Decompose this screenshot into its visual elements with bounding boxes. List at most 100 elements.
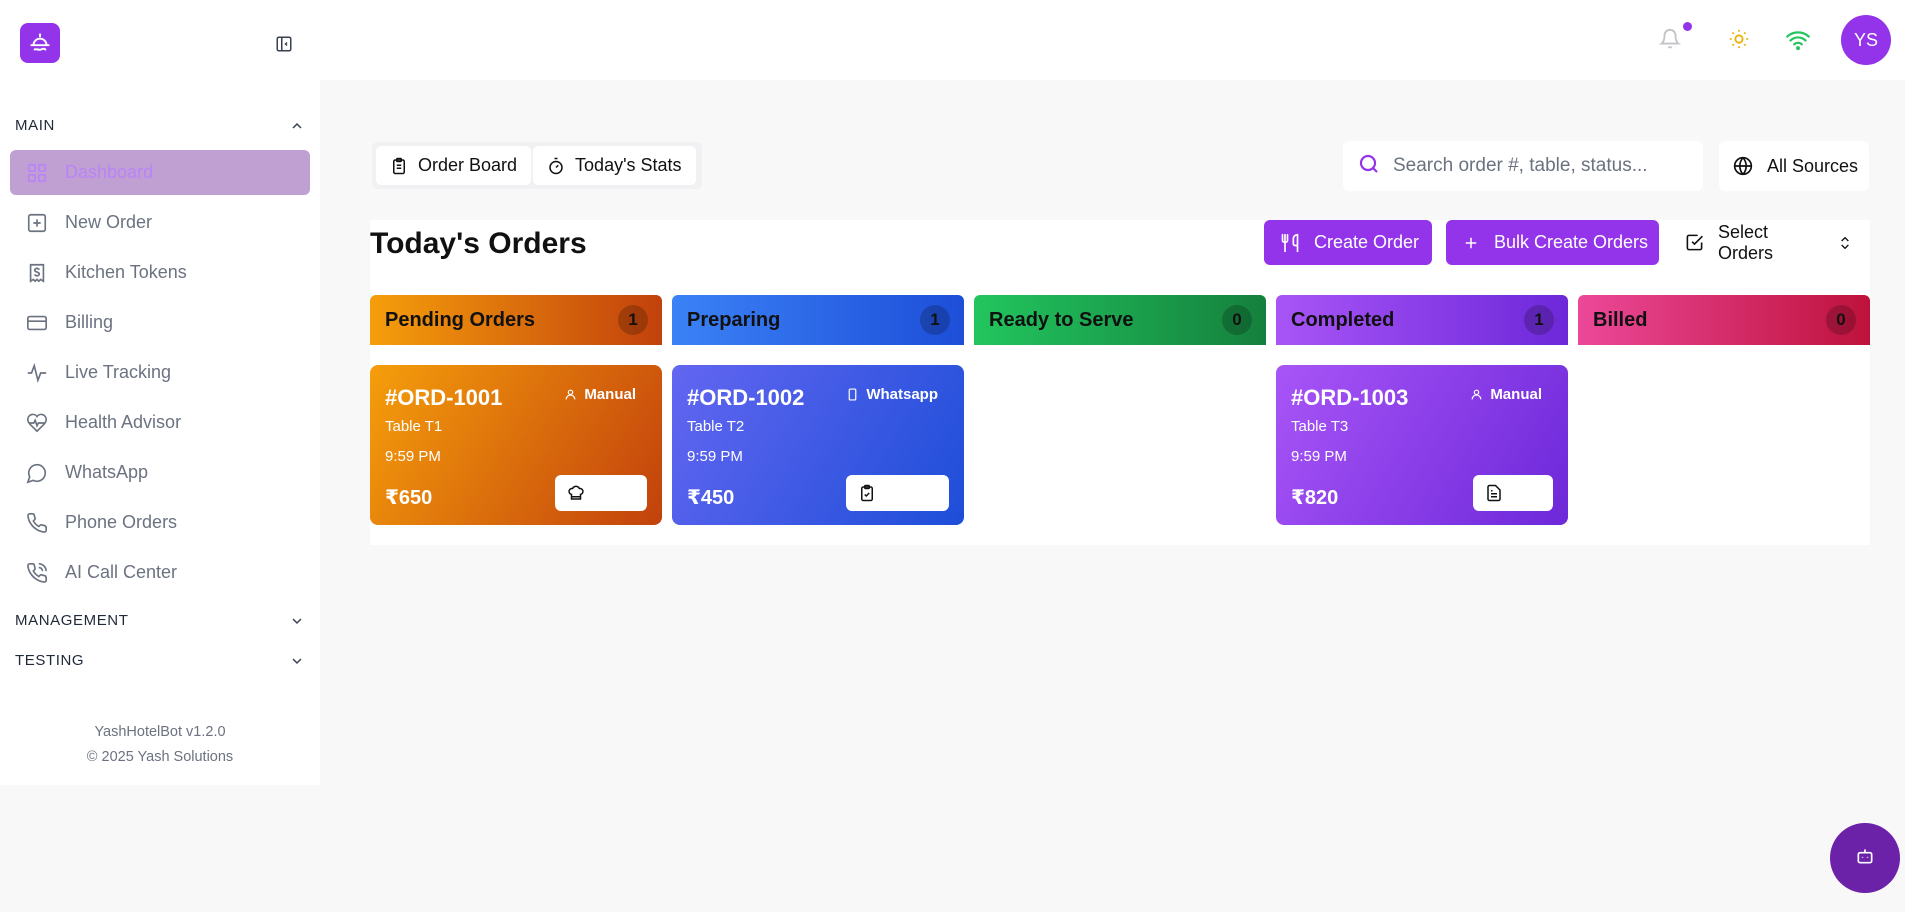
section-testing[interactable]: TESTING [15, 652, 305, 669]
bot-icon [1855, 846, 1875, 871]
create-order-button[interactable]: Create Order [1264, 220, 1432, 265]
start-button[interactable]: Start [555, 475, 647, 511]
chevron-up-icon [292, 122, 302, 129]
count-badge: 1 [920, 305, 950, 335]
order-price: ₹820 [1291, 487, 1339, 509]
sun-icon[interactable] [1728, 28, 1752, 52]
sidebar-item-label: Health Advisor [65, 412, 182, 432]
order-source-label: Manual [1490, 386, 1542, 403]
sidebar-item-kitchen-tokens[interactable]: Kitchen Tokens [10, 250, 310, 295]
file-text-icon [1485, 484, 1503, 502]
order-source-label: Manual [584, 386, 636, 403]
column-pending: Pending Orders 1 [370, 295, 662, 345]
order-number: #ORD-1003 [1291, 385, 1409, 410]
plus-icon [1462, 234, 1480, 252]
sidebar-nav: Dashboard New Order Kitchen Tokens Billi… [10, 150, 310, 600]
bulk-create-orders-button[interactable]: Bulk Create Orders [1446, 220, 1659, 265]
heart-pulse-icon [25, 411, 49, 435]
logo-icon[interactable] [20, 23, 60, 63]
checkbox-icon [1685, 233, 1704, 252]
column-title: Ready to Serve [989, 308, 1134, 331]
copyright-text: © 2025 Yash Solutions [86, 749, 234, 765]
column-title: Billed [1593, 308, 1648, 331]
column-title: Preparing [687, 308, 781, 331]
section-management[interactable]: MANAGEMENT [15, 612, 305, 629]
sidebar-item-label: Billing [65, 312, 114, 332]
order-card[interactable]: #ORD-1002 Whatsapp Table T2 9:59 PM ₹450… [672, 365, 964, 525]
sidebar-item-label: Kitchen Tokens [65, 262, 187, 282]
sidebar-item-new-order[interactable]: New Order [10, 200, 310, 245]
sidebar-item-billing[interactable]: Billing [10, 300, 310, 345]
phone-call-icon [25, 561, 49, 585]
order-card[interactable]: #ORD-1001 Manual Table T1 9:59 PM ₹650 S… [370, 365, 662, 525]
sidebar-item-label: Live Tracking [65, 362, 172, 382]
section-testing-label: TESTING [15, 652, 85, 669]
order-price: ₹650 [385, 487, 433, 509]
search-box [1343, 141, 1703, 191]
order-source: Manual [1470, 386, 1542, 403]
sidebar-item-health-advisor[interactable]: Health Advisor [10, 400, 310, 445]
create-order-label: Create Order [1314, 232, 1420, 252]
column-title: Pending Orders [385, 308, 536, 331]
order-table: Table T3 [1291, 418, 1349, 435]
globe-icon [1733, 156, 1753, 176]
sidebar-footer: YashHotelBot v1.2.0 © 2025 Yash Solution… [0, 720, 320, 770]
search-input[interactable] [1393, 155, 1693, 177]
sidebar-item-live-tracking[interactable]: Live Tracking [10, 350, 310, 395]
sidebar-item-dashboard[interactable]: Dashboard [10, 150, 310, 195]
order-time: 9:59 PM [687, 448, 743, 465]
order-source-label: Whatsapp [866, 386, 938, 403]
count-badge: 0 [1222, 305, 1252, 335]
count-badge: 0 [1826, 305, 1856, 335]
clipboard-icon [390, 157, 408, 175]
column-ready-to-serve: Ready to Serve 0 [974, 295, 1266, 345]
plus-square-icon [25, 211, 49, 235]
sidebar-item-phone-orders[interactable]: Phone Orders [10, 500, 310, 545]
wifi-icon[interactable] [1785, 27, 1811, 53]
search-icon [1357, 152, 1381, 181]
bell-icon[interactable] [1658, 22, 1692, 52]
sources-filter[interactable]: All Sources [1719, 141, 1869, 191]
sidebar-item-ai-call-center[interactable]: AI Call Center [10, 550, 310, 595]
sidebar: MAIN Dashboard New Order Kitchen Tokens … [0, 80, 320, 785]
order-table: Table T1 [385, 418, 443, 435]
version-text: YashHotelBot v1.2.0 [94, 724, 226, 740]
section-management-label: MANAGEMENT [15, 612, 129, 629]
sidebar-item-whatsapp[interactable]: WhatsApp [10, 450, 310, 495]
order-time: 9:59 PM [1291, 448, 1347, 465]
tab-order-board[interactable]: Order Board [376, 146, 532, 185]
phone-icon [25, 511, 49, 535]
avatar[interactable]: YS [1841, 15, 1891, 65]
order-number: #ORD-1002 [687, 385, 805, 410]
section-main[interactable]: MAIN [15, 117, 305, 134]
bill-button[interactable]: Bill [1472, 475, 1553, 511]
order-card[interactable]: #ORD-1003 Manual Table T3 9:59 PM ₹820 B… [1276, 365, 1568, 525]
select-orders-dropdown[interactable]: Select Orders [1673, 220, 1853, 265]
order-source: Whatsapp [846, 386, 938, 403]
column-preparing: Preparing 1 [672, 295, 964, 345]
order-board: Today's Orders Create Order Bulk Create … [370, 220, 1870, 545]
start-label: Start [603, 484, 635, 502]
timer-icon [547, 157, 565, 175]
count-badge: 1 [1524, 305, 1554, 335]
tab-todays-stats[interactable]: Today's Stats [533, 146, 696, 185]
order-source: Manual [564, 386, 636, 403]
clipboard-check-icon [858, 484, 876, 502]
utensils-icon [1280, 233, 1300, 253]
sidebar-item-label: AI Call Center [65, 562, 178, 582]
order-time: 9:59 PM [385, 448, 441, 465]
sidebar-item-label: Phone Orders [65, 512, 178, 532]
order-price: ₹450 [687, 487, 735, 509]
chatbot-button[interactable] [1830, 823, 1900, 893]
user-icon [564, 388, 577, 401]
tab-label: Today's Stats [575, 155, 682, 175]
ready-label: Ready [893, 484, 937, 502]
column-billed: Billed 0 [1578, 295, 1870, 345]
ready-button[interactable]: Ready [845, 475, 949, 511]
sidebar-toggle-icon[interactable] [273, 33, 295, 55]
column-completed: Completed 1 [1276, 295, 1568, 345]
column-title: Completed [1291, 308, 1395, 331]
view-tabs: Order Board Today's Stats [372, 142, 702, 189]
chef-hat-icon [567, 484, 585, 502]
section-main-label: MAIN [15, 117, 55, 134]
